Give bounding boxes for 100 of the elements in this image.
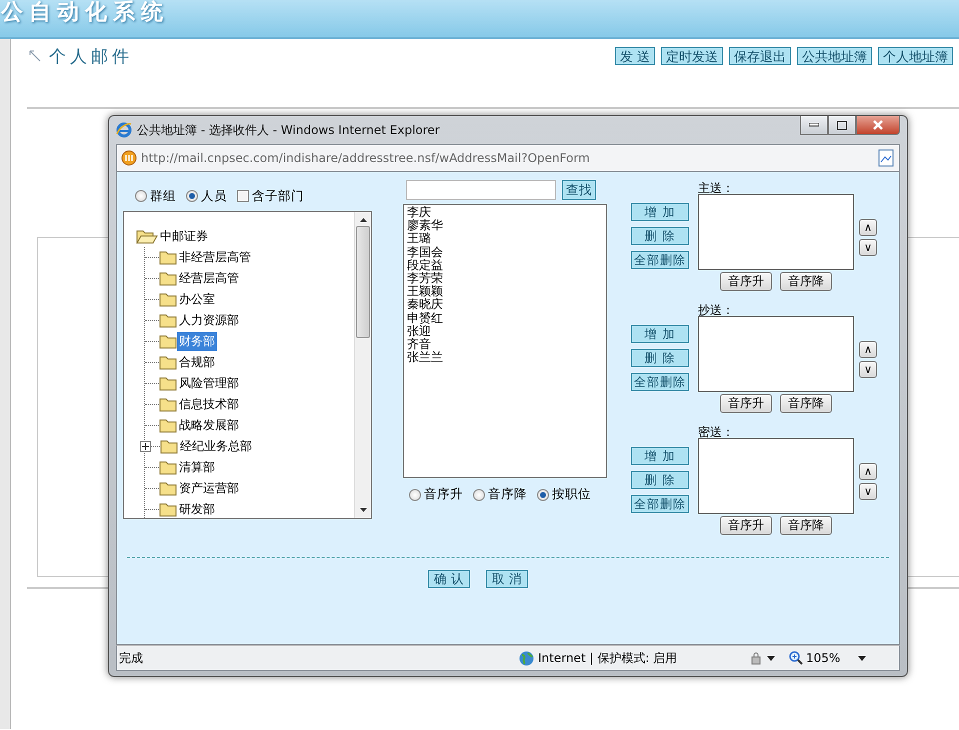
radio-label: 按职位 — [552, 486, 591, 503]
remove-all-button[interactable]: 全部删除 — [631, 251, 689, 269]
browser-icon — [116, 122, 132, 138]
list-item[interactable]: 段定益 — [407, 258, 603, 272]
dropdown-arrow-icon[interactable] — [767, 656, 775, 660]
recipient-list[interactable] — [698, 316, 854, 392]
zoom-icon[interactable] — [789, 651, 803, 665]
lock-icon[interactable] — [749, 651, 763, 665]
tree-item[interactable]: 中邮证券 — [158, 227, 210, 246]
tree-item[interactable]: 办公室 — [177, 290, 217, 309]
remove-button[interactable]: 删 除 — [631, 471, 689, 489]
tree-item[interactable]: 经纪业务总部 — [178, 437, 254, 456]
scroll-up-icon[interactable] — [360, 218, 366, 222]
search-button[interactable]: 查找 — [562, 180, 596, 200]
tree-item[interactable]: 信息技术部 — [177, 395, 241, 414]
remove-all-button[interactable]: 全部删除 — [631, 373, 689, 391]
tree-item[interactable]: 经营层高管 — [177, 269, 241, 288]
scrollbar[interactable] — [354, 212, 371, 518]
add-button[interactable]: 增 加 — [631, 447, 689, 465]
sort-button[interactable]: 音序升 — [720, 516, 772, 535]
radio-label: 音序升 — [424, 486, 463, 503]
tree-item[interactable]: 清算部 — [177, 458, 217, 477]
checkbox[interactable] — [237, 190, 249, 202]
list-item[interactable]: 秦晓庆 — [407, 298, 603, 312]
sort-button[interactable]: 音序升 — [720, 272, 772, 291]
toolbar-button[interactable]: 公共地址簿 — [797, 47, 872, 65]
list-item[interactable]: 李芳荣 — [407, 272, 603, 286]
remove-all-button[interactable]: 全部删除 — [631, 495, 689, 513]
tree-item[interactable]: 研发部 — [177, 500, 217, 518]
page-icon[interactable] — [877, 149, 895, 167]
radio-button[interactable] — [409, 488, 421, 500]
minimize-icon — [809, 123, 819, 127]
zone-text: Internet | 保护模式: 启用 — [538, 650, 678, 666]
field-label: 密送： — [698, 424, 735, 438]
zoom-level[interactable]: 105% — [806, 651, 840, 665]
remove-button[interactable]: 删 除 — [631, 349, 689, 367]
list-item[interactable]: 李国会 — [407, 246, 603, 259]
toolbar-button[interactable]: 个人地址簿 — [878, 47, 953, 65]
list-item[interactable]: 张迎 — [407, 324, 603, 338]
expand-icon[interactable] — [140, 441, 151, 452]
list-item[interactable]: 王璐 — [407, 232, 603, 246]
address-bar[interactable]: http://mail.cnpsec.com/indishare/addresstree.nsf/wAddressMail?OpenForm — [116, 144, 900, 172]
move-up-button[interactable]: ∧ — [859, 341, 877, 358]
sort-button[interactable]: 音序降 — [780, 516, 832, 535]
tree-item[interactable]: 资产运营部 — [177, 479, 241, 498]
move-down-button[interactable]: ∨ — [859, 483, 877, 500]
url-text: http://mail.cnpsec.com/indishare/addresstree.nsf/wAddressMail?OpenForm — [141, 151, 590, 165]
radio-button[interactable] — [537, 488, 549, 500]
tree-item[interactable]: 人力资源部 — [177, 311, 241, 330]
list-item[interactable]: 廖素华 — [407, 219, 603, 232]
checkbox-label: 含子部门 — [252, 188, 304, 204]
list-item[interactable]: 齐音 — [407, 338, 603, 352]
folder-icon — [159, 397, 177, 412]
folder-icon — [160, 439, 178, 454]
open-folder-icon[interactable] — [136, 229, 158, 244]
radio-button[interactable] — [473, 488, 485, 500]
radio-button[interactable] — [135, 190, 147, 202]
move-up-button[interactable]: ∧ — [859, 463, 877, 480]
tree-item[interactable]: 非经营层高管 — [177, 248, 253, 267]
recipient-list[interactable] — [698, 194, 854, 270]
list-item[interactable]: 李庆 — [407, 206, 603, 220]
list-item[interactable]: 张兰兰 — [407, 351, 603, 364]
field-label: 主送： — [698, 180, 735, 194]
close-button[interactable] — [856, 116, 900, 135]
toolbar-button[interactable]: 定时发送 — [661, 47, 723, 65]
move-down-button[interactable]: ∨ — [859, 239, 877, 256]
recipient-list[interactable] — [698, 438, 854, 514]
toolbar-button[interactable]: 发 送 — [614, 47, 655, 65]
tree-item[interactable]: 风险管理部 — [177, 374, 241, 393]
toolbar-button[interactable]: 保存退出 — [729, 47, 791, 65]
confirm-button[interactable]: 确 认 — [428, 570, 470, 588]
folder-icon — [159, 418, 177, 433]
folder-icon — [159, 313, 177, 328]
dropdown-arrow-icon[interactable] — [858, 656, 866, 660]
search-field[interactable] — [406, 180, 556, 200]
list-item[interactable]: 申赟红 — [407, 312, 603, 325]
sort-button[interactable]: 音序升 — [720, 394, 772, 413]
status-text: 完成 — [118, 650, 144, 666]
tree-item[interactable]: 财务部 — [177, 332, 217, 351]
cancel-button[interactable]: 取 消 — [486, 570, 528, 588]
move-up-button[interactable]: ∧ — [859, 219, 877, 236]
site-icon — [121, 150, 137, 166]
folder-icon — [159, 460, 177, 475]
tree-item[interactable]: 合规部 — [177, 353, 217, 372]
radio-label: 群组 — [150, 188, 176, 204]
scroll-down-icon[interactable] — [360, 508, 366, 512]
minimize-button[interactable] — [800, 116, 828, 135]
list-item[interactable]: 王颖颖 — [407, 285, 603, 298]
tree-item[interactable]: 战略发展部 — [177, 416, 241, 435]
sort-button[interactable]: 音序降 — [780, 272, 832, 291]
globe-icon — [519, 650, 534, 666]
add-button[interactable]: 增 加 — [631, 325, 689, 343]
folder-icon — [159, 292, 177, 307]
sort-button[interactable]: 音序降 — [780, 394, 832, 413]
radio-button[interactable] — [186, 190, 198, 202]
remove-button[interactable]: 删 除 — [631, 227, 689, 245]
maximize-button[interactable] — [828, 116, 856, 135]
scrollbar[interactable] — [0, 39, 11, 729]
add-button[interactable]: 增 加 — [631, 203, 689, 221]
move-down-button[interactable]: ∨ — [859, 361, 877, 378]
